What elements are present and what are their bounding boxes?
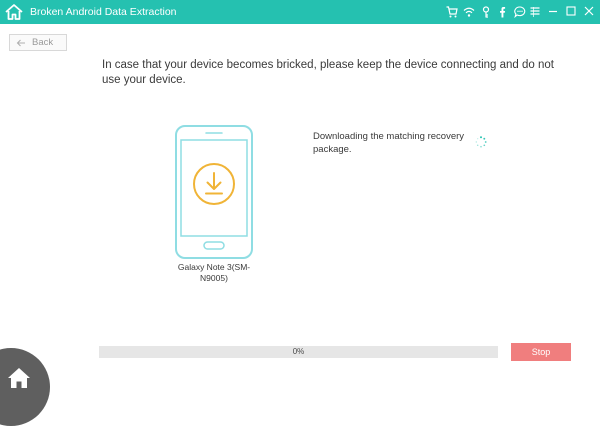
- facebook-icon[interactable]: [497, 6, 509, 18]
- cart-icon[interactable]: [446, 6, 458, 18]
- wifi-icon[interactable]: [463, 6, 475, 18]
- app-title: Broken Android Data Extraction: [30, 6, 177, 18]
- minimize-icon[interactable]: [546, 4, 560, 18]
- menu-icon[interactable]: [528, 4, 542, 18]
- home-button[interactable]: [0, 348, 50, 426]
- back-arrow-icon: [16, 38, 26, 48]
- chat-icon[interactable]: [514, 6, 526, 18]
- loading-spinner-icon: [475, 135, 487, 148]
- back-button[interactable]: Back: [9, 34, 67, 51]
- device-name: Galaxy Note 3(SM-N9005): [177, 262, 251, 283]
- home-icon: [8, 368, 30, 388]
- maximize-icon[interactable]: [564, 4, 578, 18]
- download-status: Downloading the matching recovery packag…: [313, 131, 465, 155]
- key-icon[interactable]: [480, 6, 492, 18]
- toolbar-icons: [446, 4, 536, 20]
- close-icon[interactable]: [582, 4, 596, 18]
- stop-button[interactable]: Stop: [511, 343, 571, 361]
- progress-bar: 0%: [99, 346, 498, 358]
- back-label: Back: [32, 37, 54, 48]
- window-controls: [528, 4, 596, 18]
- progress-label: 0%: [292, 347, 305, 356]
- title-bar: Broken Android Data Extraction: [0, 0, 600, 24]
- phone-illustration: [175, 125, 253, 259]
- warning-message: In case that your device becomes bricked…: [102, 59, 554, 86]
- home-icon[interactable]: [4, 2, 24, 22]
